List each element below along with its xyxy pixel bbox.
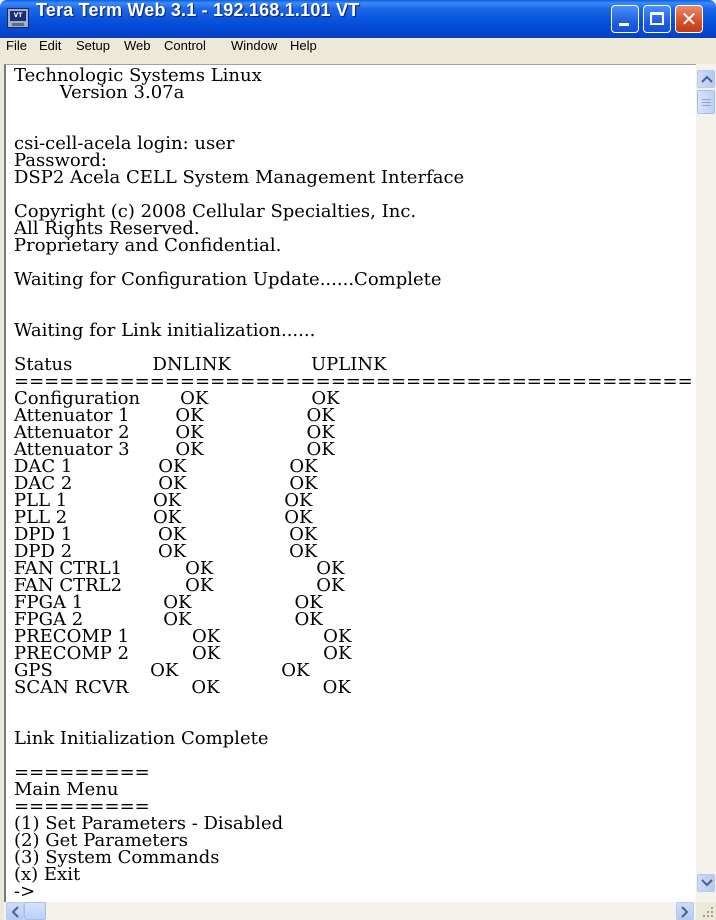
app-icon-label: VT xyxy=(10,11,26,21)
scroll-left-button[interactable] xyxy=(6,902,24,920)
scroll-right-button[interactable] xyxy=(676,902,694,920)
terminal-line: DSP2 Acela CELL System Management Interf… xyxy=(14,167,465,188)
resize-grip[interactable] xyxy=(698,902,716,920)
vertical-scrollbar[interactable] xyxy=(696,64,716,902)
terminal-line: Link Initialization Complete xyxy=(14,728,269,749)
menu-setup[interactable]: Setup xyxy=(76,38,110,62)
tera-term-window: VT Tera Term Web 3.1 - 192.168.1.101 VT … xyxy=(0,0,716,920)
menu-bar: File Edit Setup Web Control Window Help xyxy=(0,38,716,62)
menu-edit[interactable]: Edit xyxy=(39,38,61,62)
terminal-line: -> xyxy=(14,881,36,902)
vertical-scroll-thumb[interactable] xyxy=(697,90,715,114)
terminal-line: Proprietary and Confidential. xyxy=(14,235,282,256)
menu-window[interactable]: Window xyxy=(231,38,277,62)
menu-web[interactable]: Web xyxy=(124,38,151,62)
close-button[interactable]: ✕ xyxy=(675,5,703,33)
maximize-button[interactable] xyxy=(643,5,671,33)
terminal-line: Waiting for Link initialization...... xyxy=(14,320,316,341)
chevron-right-icon xyxy=(681,906,689,918)
chevron-down-icon xyxy=(701,879,713,887)
minimize-button[interactable] xyxy=(611,5,639,33)
app-icon[interactable]: VT xyxy=(7,8,29,28)
menu-help[interactable]: Help xyxy=(290,38,317,62)
title-bar[interactable]: VT Tera Term Web 3.1 - 192.168.1.101 VT … xyxy=(0,0,716,38)
window-title: Tera Term Web 3.1 - 192.168.1.101 VT xyxy=(36,0,360,20)
terminal-line: Version 3.07a xyxy=(14,82,185,103)
maximize-icon xyxy=(650,12,664,25)
menu-control[interactable]: Control xyxy=(164,38,206,62)
minimize-icon xyxy=(619,23,629,26)
chevron-left-icon xyxy=(11,906,19,918)
scroll-up-button[interactable] xyxy=(697,70,715,88)
horizontal-scrollbar[interactable] xyxy=(4,902,696,920)
close-icon: ✕ xyxy=(680,7,698,31)
terminal-screen[interactable]: Technologic Systems Linux Version 3.07a c… xyxy=(4,64,696,903)
scroll-down-button[interactable] xyxy=(697,874,715,892)
terminal-line: Waiting for Configuration Update......Co… xyxy=(14,269,442,290)
chevron-up-icon xyxy=(701,75,713,83)
terminal-line: SCAN RCVR OK OK xyxy=(14,677,351,698)
menu-file[interactable]: File xyxy=(6,38,27,62)
horizontal-scroll-thumb[interactable] xyxy=(24,902,46,920)
